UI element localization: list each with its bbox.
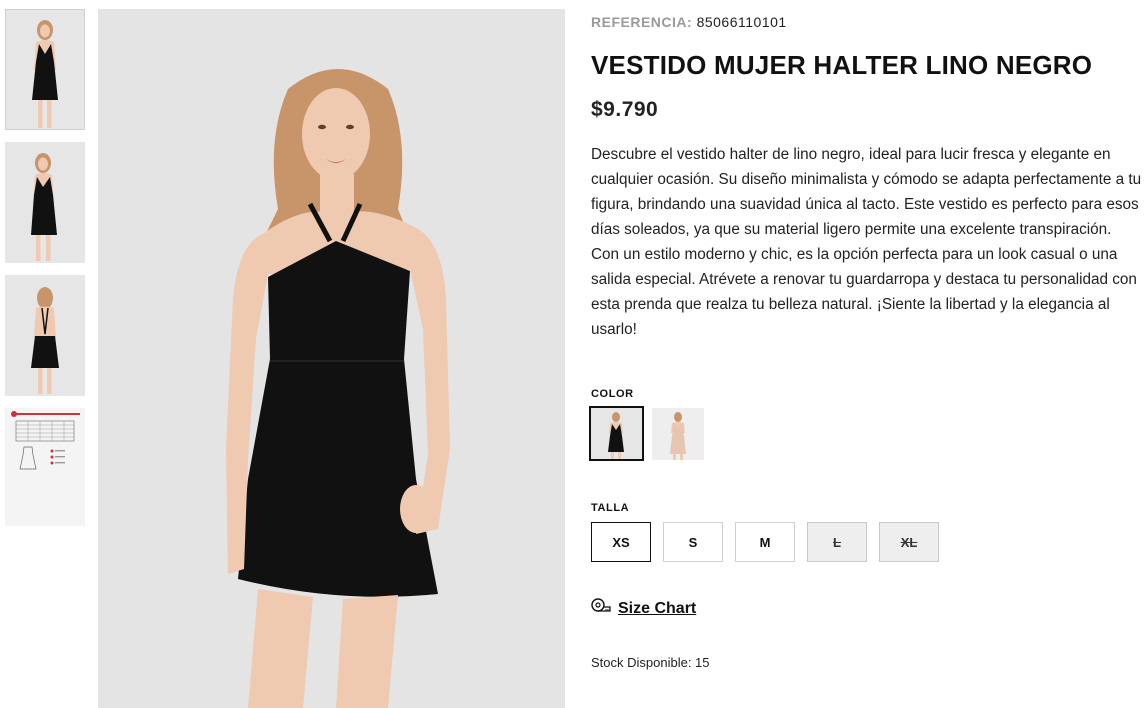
product-description: Descubre el vestido halter de lino negro… <box>591 146 1142 338</box>
color-swatches <box>589 406 704 461</box>
color-swatch-nude[interactable] <box>652 408 704 460</box>
measuring-tape-icon <box>591 598 611 619</box>
model-front-image <box>32 20 58 128</box>
product-title: VESTIDO MUJER HALTER LINO NEGRO <box>591 50 1093 80</box>
thumbnail-back[interactable] <box>5 275 85 396</box>
size-label: TALLA <box>591 502 630 514</box>
color-swatch-negro[interactable] <box>589 406 644 461</box>
stock-available: Stock Disponible: 15 <box>591 655 710 670</box>
size-chart-thumbnail-image <box>11 411 80 470</box>
black-dress-swatch-image <box>591 408 642 459</box>
reference-value: 85066110101 <box>696 14 787 30</box>
reference-label: REFERENCIA: <box>591 14 693 30</box>
size-option-xl[interactable]: XL <box>879 522 939 562</box>
thumbnail-size-chart[interactable] <box>5 408 85 526</box>
size-option-xs[interactable]: XS <box>591 522 651 562</box>
nude-dress-swatch-image <box>652 408 704 460</box>
model-wearing-dress-image <box>226 69 450 708</box>
thumbnail-gallery <box>5 9 85 538</box>
model-back-image <box>31 287 59 394</box>
main-product-image[interactable] <box>98 9 565 708</box>
color-label: COLOR <box>591 388 634 400</box>
size-option-s[interactable]: S <box>663 522 723 562</box>
size-option-m[interactable]: M <box>735 522 795 562</box>
size-chart-link[interactable]: Size Chart <box>591 598 696 619</box>
thumbnail-front[interactable] <box>5 9 85 130</box>
thumbnail-front-2[interactable] <box>5 142 85 263</box>
size-option-l[interactable]: L <box>807 522 867 562</box>
product-reference: REFERENCIA: 85066110101 <box>591 14 787 30</box>
product-price: $9.790 <box>591 98 659 121</box>
size-options: XS S M L XL <box>591 522 939 562</box>
model-front-image-2 <box>31 153 57 261</box>
size-chart-label: Size Chart <box>618 599 697 617</box>
